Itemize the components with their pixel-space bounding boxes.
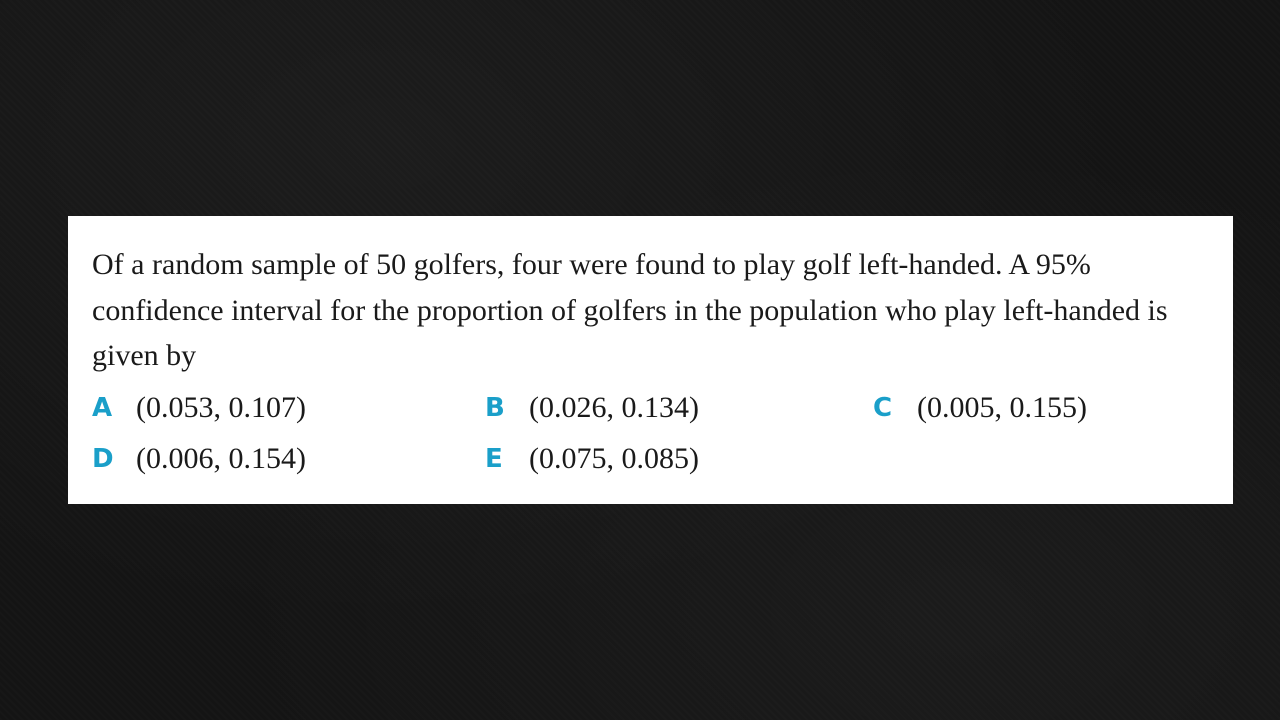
option-text: (0.026, 0.134) (529, 391, 699, 424)
option-d[interactable]: D (0.006, 0.154) (92, 439, 306, 479)
question-stem: Of a random sample of 50 golfers, four w… (92, 248, 1168, 372)
option-letter: D (92, 444, 114, 474)
option-a[interactable]: A (0.053, 0.107) (92, 388, 306, 428)
option-c[interactable]: C (0.005, 0.155) (873, 388, 1087, 428)
option-letter: C (873, 393, 893, 423)
option-text: (0.053, 0.107) (136, 391, 306, 424)
option-e[interactable]: E (0.075, 0.085) (485, 439, 699, 479)
option-letter: A (92, 393, 113, 423)
option-text: (0.005, 0.155) (917, 391, 1087, 424)
option-text: (0.006, 0.154) (136, 442, 306, 475)
option-letter: E (485, 444, 503, 474)
option-b[interactable]: B (0.026, 0.134) (485, 388, 699, 428)
question-card: Of a random sample of 50 golfers, four w… (68, 216, 1233, 504)
option-letter: B (485, 393, 505, 423)
option-text: (0.075, 0.085) (529, 442, 699, 475)
